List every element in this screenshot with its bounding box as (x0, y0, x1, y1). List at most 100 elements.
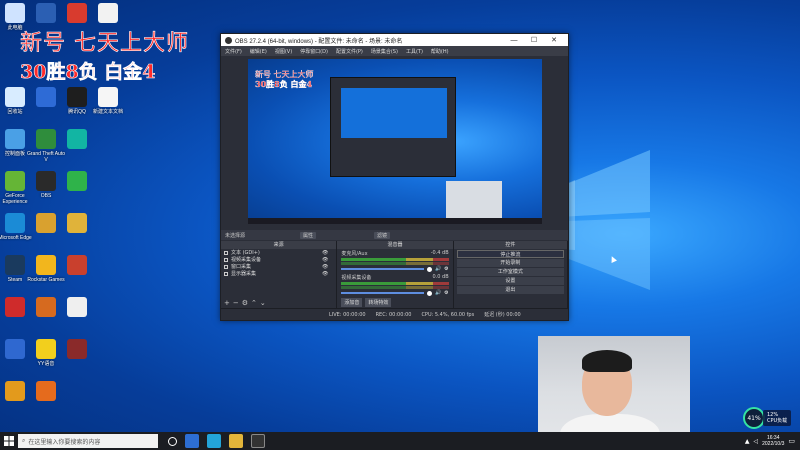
source-item[interactable]: 显示器采集 👁 (221, 270, 336, 277)
volume-slider[interactable] (341, 268, 424, 270)
volume-icon[interactable]: ◁ (754, 438, 759, 445)
remove-source-icon[interactable]: − (233, 299, 242, 307)
menu-item[interactable]: 配置文件(P) (336, 48, 363, 55)
desktop-icon[interactable] (58, 339, 96, 361)
add-source-icon[interactable]: + (224, 299, 233, 307)
source-item[interactable]: 文本 (GDI+) 👁 (221, 249, 336, 256)
system-tray: ▲ ◁ 16:34 2022/10/3 ▭ (745, 435, 800, 447)
desktop-icon-label: YY语音 (37, 361, 55, 367)
sources-dock: 来源 文本 (GDI+) 👁 视频采集设备 👁 窗口采集 👁 显示器采集 👁 +−⚙⌃⌄ (221, 241, 338, 309)
desktop-icon-label: 回收站 (7, 109, 23, 115)
clock[interactable]: 16:34 2022/10/3 (762, 435, 784, 447)
visibility-eye-icon[interactable]: 👁 (322, 257, 328, 263)
menu-item[interactable]: 工具(T) (406, 48, 423, 55)
properties-button[interactable]: 属性 (300, 231, 317, 239)
windows-icon (4, 436, 14, 446)
volume-slider-handle[interactable] (426, 266, 432, 272)
app-icon (5, 87, 25, 107)
mixer-channel: 麦克风/Aux -0.4 dB 🔊 ⚙ (337, 249, 452, 273)
source-name: 显示器采集 (231, 271, 257, 277)
desktop-icon-label: Microsoft Edge (0, 235, 32, 241)
cpu-info-line2: CPU负载 (767, 418, 788, 424)
desktop-icon[interactable] (89, 3, 127, 25)
status-item: REC: 00:00:00 (375, 311, 412, 318)
maximize-icon[interactable]: ☐ (524, 36, 544, 44)
menu-item[interactable]: 编辑(E) (250, 48, 267, 55)
control-button[interactable]: 开始录制 (456, 259, 564, 267)
speaker-icon[interactable]: 🔊 (435, 290, 441, 296)
obs-titlebar[interactable]: OBS 27.2.4 (64-bit, windows) - 配置文件: 未命名… (221, 34, 568, 46)
filters-button[interactable]: 滤镜 (374, 231, 391, 239)
app-icon (5, 297, 25, 317)
obs-preview[interactable]: 新号 七天上大师 30胜8负 白金4 (248, 59, 542, 224)
desktop-icon[interactable]: 新建文本文档 (89, 87, 127, 115)
visibility-eye-icon[interactable]: 👁 (322, 271, 328, 277)
down-icon[interactable]: ⌄ (260, 299, 269, 307)
cpu-widget[interactable]: 41% 12% CPU负载 (743, 407, 792, 429)
clock-date: 2022/10/3 (762, 441, 785, 447)
menu-item[interactable]: 视图(V) (275, 48, 292, 55)
minimize-icon[interactable]: — (504, 37, 524, 44)
control-button[interactable]: 停止推流 (456, 250, 564, 258)
close-icon[interactable]: ✕ (544, 36, 564, 44)
mixer-list: 麦克风/Aux -0.4 dB 🔊 ⚙ 视频采集设备 0.0 dB 🔊 ⚙ (337, 249, 452, 297)
app-icon (5, 339, 25, 359)
obs-logo-icon (225, 36, 232, 44)
menu-item[interactable]: 文件(F) (225, 48, 242, 55)
gear-icon[interactable]: ⚙ (444, 290, 448, 296)
volume-slider-handle[interactable] (426, 290, 432, 296)
preview-nested-obs (330, 77, 456, 177)
desktop-icon[interactable] (27, 381, 65, 403)
source-item[interactable]: 视频采集设备 👁 (221, 256, 336, 263)
edge-icon[interactable] (207, 434, 221, 448)
start-button[interactable] (0, 432, 18, 450)
mixer-dock-tab[interactable]: 添加音 (341, 298, 363, 307)
audio-meter (341, 282, 449, 285)
gear-icon[interactable]: ⚙ (444, 266, 448, 272)
obs-window-title: OBS 27.2.4 (64-bit, windows) - 配置文件: 未命名… (235, 38, 403, 45)
task-view-icon[interactable] (185, 434, 199, 448)
up-icon[interactable]: ⌃ (251, 299, 260, 307)
network-icon[interactable]: ▲ (745, 438, 750, 445)
menu-item[interactable]: 停靠窗口(D) (300, 48, 328, 55)
visibility-eye-icon[interactable]: 👁 (322, 264, 328, 270)
obs-menubar: 文件(F) 编辑(E) 视图(V) 停靠窗口(D) 配置文件(P) 场景集合(S) 工具(T… (221, 46, 568, 56)
desktop-icon[interactable] (58, 255, 96, 277)
volume-slider[interactable] (341, 292, 424, 294)
app-icon (67, 297, 87, 317)
taskbar: ⌕ 在这里输入你要搜索的内容 ▲ ◁ 16:34 2022/10/3 ▭ (0, 432, 800, 450)
obs-window[interactable]: OBS 27.2.4 (64-bit, windows) - 配置文件: 未命名… (220, 33, 569, 321)
app-icon (67, 255, 87, 275)
overlay-record: 30胜8负 白金4 (20, 61, 156, 84)
app-icon (5, 213, 25, 233)
desktop-icon[interactable] (58, 297, 96, 319)
search-placeholder: 在这里输入你要搜索的内容 (28, 439, 101, 446)
control-button[interactable]: 退出 (456, 286, 564, 294)
menu-item[interactable]: 场景集合(S) (371, 48, 398, 55)
file-explorer-icon[interactable] (229, 434, 243, 448)
mixer-dock-tab[interactable]: 转场特效 (365, 298, 392, 307)
source-item[interactable]: 窗口采集 👁 (221, 263, 336, 270)
app-icon (67, 129, 87, 149)
cortana-icon[interactable] (168, 436, 177, 446)
status-item: LIVE: 00:00:00 (329, 311, 366, 318)
visibility-eye-icon[interactable]: 👁 (322, 250, 328, 256)
mixer-dock: 混音器 麦克风/Aux -0.4 dB 🔊 ⚙ 视频采集设备 0.0 dB 🔊 ⚙ 添加音 转场… (337, 241, 454, 309)
control-button[interactable]: 设置 (456, 277, 564, 285)
notification-icon[interactable]: ▭ (788, 437, 795, 445)
app-icon (67, 339, 87, 359)
desktop-icon[interactable] (58, 129, 96, 151)
speaker-icon[interactable]: 🔊 (435, 266, 441, 272)
desktop-icon[interactable] (58, 213, 96, 235)
source-toolbar: 未选择源 属性 滤镜 (221, 230, 568, 240)
mixer-channel-name: 视频采集设备 (341, 275, 372, 281)
desktop-icon[interactable] (58, 171, 96, 193)
obs-statusbar: LIVE: 00:00:00 REC: 00:00:00 CPU: 5.4%, 60… (221, 308, 568, 320)
taskbar-search[interactable]: ⌕ 在这里输入你要搜索的内容 (18, 434, 158, 448)
gear-icon[interactable]: ⚙ (242, 299, 251, 307)
menu-item[interactable]: 帮助(H) (431, 48, 449, 55)
control-button[interactable]: 工作室模式 (456, 268, 564, 276)
app-icon (5, 255, 25, 275)
app-icon (98, 3, 118, 23)
obs-taskbar-icon[interactable] (251, 434, 265, 448)
